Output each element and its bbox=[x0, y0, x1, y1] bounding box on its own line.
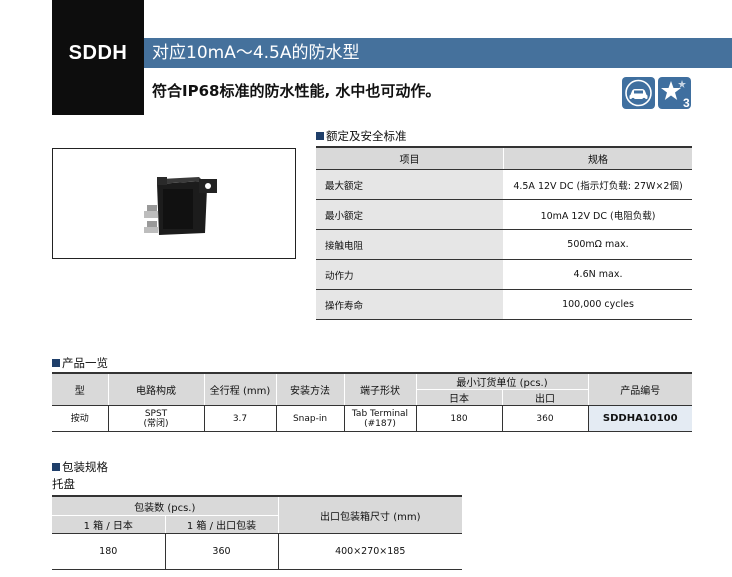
table-header-row: 包装数 (pcs.) 出口包装箱尺寸 (mm) bbox=[52, 496, 462, 534]
section-marker-icon bbox=[52, 359, 60, 367]
header-spec: 规格 bbox=[503, 146, 692, 170]
cell-moq-export: 360 bbox=[502, 405, 589, 432]
cell-travel: 3.7 bbox=[204, 405, 277, 432]
tray-label: 托盘 bbox=[52, 477, 75, 491]
cell-part-no: SDDHA10100 bbox=[588, 405, 692, 432]
header-mounting: 安装方法 bbox=[276, 373, 345, 406]
table-row: 最小额定 10mA 12V DC (电阻负载) bbox=[316, 199, 692, 230]
section-marker-icon bbox=[316, 132, 324, 140]
row-spec: 500mΩ max. bbox=[503, 229, 692, 260]
header-circuit: 电路构成 bbox=[108, 373, 205, 406]
product-photo bbox=[52, 148, 296, 259]
row-item: 接触电阻 bbox=[316, 229, 504, 260]
ratings-section-title: 额定及安全标准 bbox=[316, 129, 407, 143]
cell-qty-japan: 180 bbox=[52, 533, 166, 570]
ratings-table: 项目 规格 最大额定 4.5A 12V DC (指示灯负载: 27W×2個) 最… bbox=[316, 146, 692, 320]
row-spec: 10mA 12V DC (电阻负载) bbox=[503, 199, 692, 230]
section-marker-icon bbox=[52, 463, 60, 471]
table-header-row: 型 电路构成 全行程 (mm) 安装方法 端子形状 最小订货单位 (pcs.) … bbox=[52, 373, 692, 406]
products-table: 型 电路构成 全行程 (mm) 安装方法 端子形状 最小订货单位 (pcs.) … bbox=[52, 372, 692, 432]
header-type: 型 bbox=[52, 373, 109, 406]
row-spec: 100,000 cycles bbox=[503, 289, 692, 320]
cell-moq-japan: 180 bbox=[416, 405, 503, 432]
car-icon bbox=[622, 77, 655, 109]
table-row: 操作寿命 100,000 cycles bbox=[316, 289, 692, 320]
header-part-no: 产品编号 bbox=[588, 373, 692, 406]
header-terminal: 端子形状 bbox=[344, 373, 417, 406]
table-row: 动作力 4.6N max. bbox=[316, 259, 692, 290]
model-name: SDDH bbox=[68, 42, 128, 64]
packaging-table: 包装数 (pcs.) 出口包装箱尺寸 (mm) 1 箱 / 日本 1 箱 / 出… bbox=[52, 495, 462, 570]
header-qty-japan: 1 箱 / 日本 bbox=[52, 515, 166, 534]
row-item: 最小额定 bbox=[316, 199, 504, 230]
header-travel: 全行程 (mm) bbox=[204, 373, 277, 406]
cell-circuit: SPST (常闭) bbox=[108, 405, 205, 432]
header-qty-export: 1 箱 / 出口包装 bbox=[165, 515, 279, 534]
table-row: 180 360 400×270×185 bbox=[52, 533, 462, 570]
header-moq-export: 出口 bbox=[502, 389, 589, 406]
table-row: 按动 SPST (常闭) 3.7 Snap-in Tab Terminal (#18… bbox=[52, 405, 692, 432]
page-title: 对应10mA～4.5A的防水型 bbox=[152, 43, 360, 63]
header-moq-japan: 日本 bbox=[416, 389, 503, 406]
header-moq: 最小订货单位 (pcs.) bbox=[416, 373, 589, 390]
badge-number: 3 bbox=[683, 96, 690, 109]
products-section-title: 产品一览 bbox=[52, 356, 108, 370]
row-item: 操作寿命 bbox=[316, 289, 504, 320]
table-header-row: 项目 规格 bbox=[316, 146, 692, 170]
header-box-size: 出口包装箱尺寸 (mm) bbox=[278, 496, 462, 534]
row-item: 动作力 bbox=[316, 259, 504, 290]
cell-box-size: 400×270×185 bbox=[335, 546, 406, 557]
page-subtitle: 符合IP68标准的防水性能, 水中也可动作。 bbox=[152, 82, 441, 100]
header-qty: 包装数 (pcs.) bbox=[52, 496, 279, 516]
star-rating-icon: 3 bbox=[658, 77, 691, 110]
table-row: 接触电阻 500mΩ max. bbox=[316, 229, 692, 260]
row-spec: 4.6N max. bbox=[503, 259, 692, 290]
table-row: 最大额定 4.5A 12V DC (指示灯负载: 27W×2個) bbox=[316, 169, 692, 200]
cell-qty-export: 360 bbox=[165, 533, 279, 570]
cell-type: 按动 bbox=[52, 405, 109, 432]
row-item: 最大额定 bbox=[316, 169, 504, 200]
cell-mounting: Snap-in bbox=[276, 405, 345, 432]
packaging-section-title: 包装规格 bbox=[52, 460, 108, 474]
row-spec: 4.5A 12V DC (指示灯负载: 27W×2個) bbox=[503, 169, 692, 200]
header-item: 项目 bbox=[316, 146, 504, 170]
cell-terminal: Tab Terminal (#187) bbox=[344, 405, 417, 432]
